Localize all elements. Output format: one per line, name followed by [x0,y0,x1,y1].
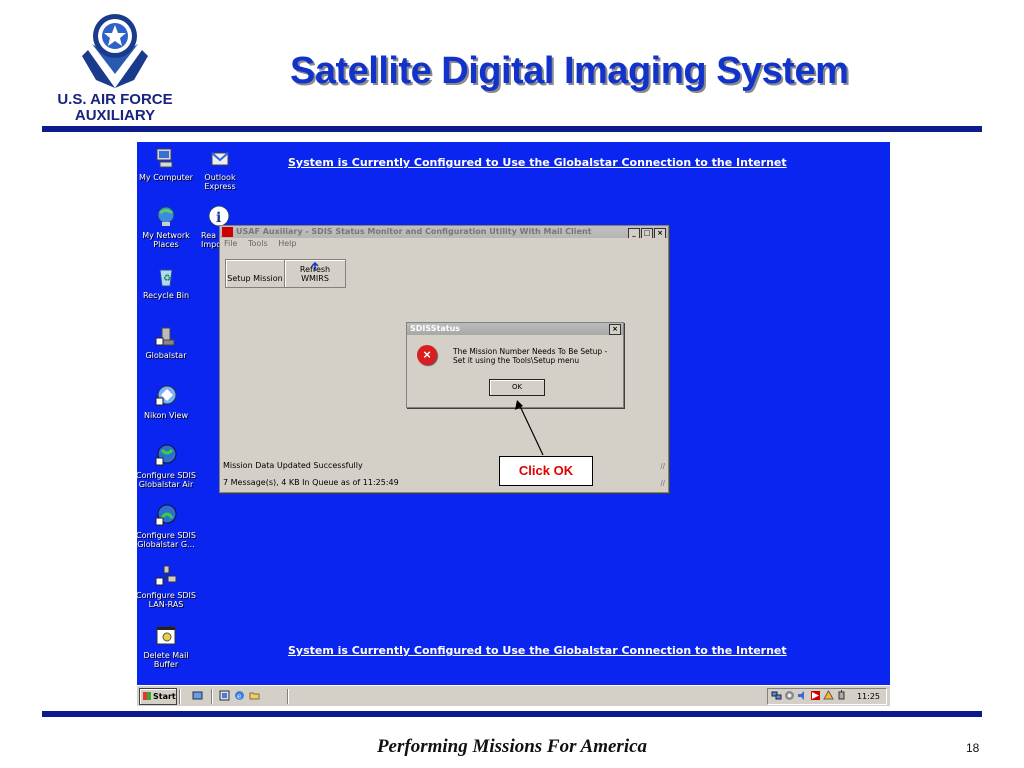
click-ok-callout: Click OK [499,456,593,486]
desktop-screen: System is Currently Configured to Use th… [137,142,890,706]
internet-explorer-icon[interactable]: e [234,690,245,701]
clock[interactable]: 11:25 [857,692,880,701]
antivirus-tray-icon[interactable] [784,690,795,701]
update-tray-icon[interactable] [823,690,834,701]
start-label: Start [153,692,176,701]
volume-tray-icon[interactable] [797,690,808,701]
logo-line-2: AUXILIARY [74,107,156,124]
svg-text:e: e [237,693,241,701]
quick-launch-desktop-icon[interactable] [219,690,230,701]
footer-rule [42,711,982,717]
header-rule [42,126,982,132]
system-tray: 11:25 [767,688,887,705]
taskbar: Start e 11:25 [137,685,890,706]
taskbar-separator [287,689,289,704]
taskbar-separator [179,689,181,704]
folder-icon[interactable] [249,690,260,701]
slide-title: Satellite Digital Imaging System [290,50,849,92]
civil-air-patrol-logo: U.S. AIR FORCE AUXILIARY [40,10,190,125]
logo-text: U.S. AIR FORCE AUXILIARY [40,92,190,124]
sdis-tray-icon[interactable] [810,690,821,701]
callout-arrow [515,400,544,456]
logo-line-1: U.S. AIR FORCE [57,91,173,108]
start-button[interactable]: Start [139,688,177,705]
footer-tagline: Performing Missions For America [376,736,648,757]
windows-logo-icon [143,692,151,700]
show-desktop-icon[interactable] [192,690,203,701]
page-number: 18 [966,741,980,755]
taskbar-separator [211,689,213,704]
auxiliary-emblem-icon [82,14,148,88]
usb-tray-icon[interactable] [836,690,847,701]
network-tray-icon[interactable] [771,690,782,701]
